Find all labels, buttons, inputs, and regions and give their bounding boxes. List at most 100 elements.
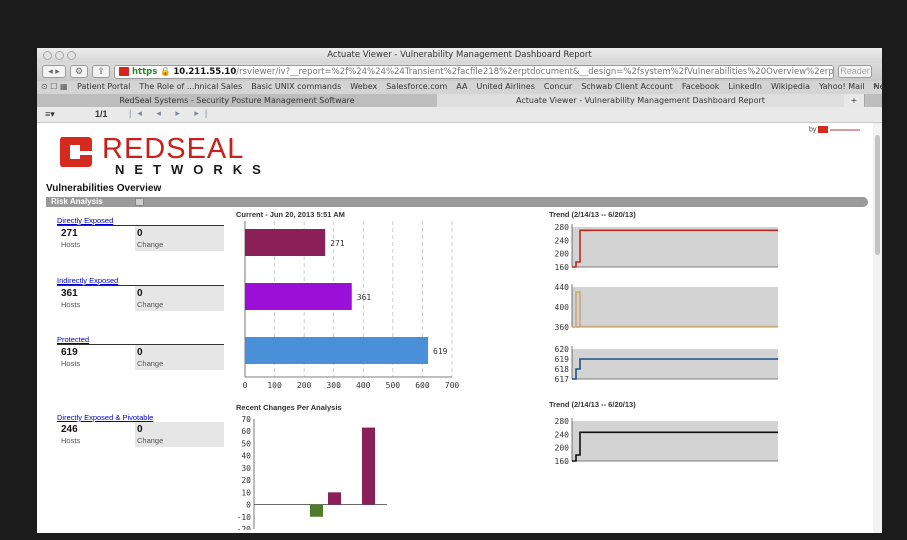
y-tick-label: 280 [555, 223, 570, 232]
risk-analysis-label: Risk Analysis [51, 197, 103, 206]
y-tick-label: 400 [555, 303, 570, 312]
bookmark-item[interactable]: Yahoo! Mail [819, 82, 865, 91]
back-forward-buttons[interactable]: ◂ ▸ [42, 65, 66, 78]
risk-analysis-toggle-icon[interactable] [135, 198, 144, 206]
bar-directly-exposed [245, 229, 326, 256]
bookmark-item[interactable]: Basic UNIX commands [251, 82, 341, 91]
browser-toolbar: ◂ ▸ ⚙ ⇪ https 🔒 10.211.55.10/rsviewer/iv… [37, 63, 882, 81]
y-tick-label: 240 [555, 236, 570, 245]
scrollbar-thumb[interactable] [875, 135, 880, 255]
y-tick-label: 200 [555, 250, 570, 259]
y-tick-label: 200 [555, 444, 570, 453]
metric-value-cell: 246 Hosts [57, 422, 135, 447]
share-button[interactable]: ⇪ [92, 65, 110, 78]
bookmark-item[interactable]: The Role of ...hnical Sales [139, 82, 242, 91]
page-indicator: 1/1 [95, 109, 108, 119]
y-tick-label: 160 [555, 457, 570, 466]
metric-box: 361 Hosts 0 Change [57, 285, 224, 311]
metric-value-label: Hosts [61, 359, 81, 368]
bookmark-item[interactable]: Webex [350, 82, 377, 91]
recent-changes-title: Recent Changes Per Analysis [236, 403, 342, 412]
metric-change-label: Change [137, 359, 164, 368]
y-tick-label: 620 [555, 345, 570, 354]
url-path: /rsviewer/iv?__report=%2f%24%24%24Transi… [236, 67, 834, 77]
y-tick-label: 440 [555, 283, 570, 292]
bookmark-item[interactable]: Salesforce.com [386, 82, 447, 91]
trend-plot-area [572, 227, 778, 267]
reader-button[interactable]: Reader [838, 65, 872, 78]
metric-indirectly-exposed: Indirectly Exposed 361 Hosts 0 Change [57, 276, 224, 311]
x-tick-label: 600 [415, 381, 430, 390]
history-button[interactable]: ⚙ [70, 65, 88, 78]
bookmark-item[interactable]: AA [456, 82, 467, 91]
y-tick-label: -10 [237, 513, 252, 522]
y-tick-label: -20 [237, 525, 252, 530]
x-tick-label: 0 [243, 381, 248, 390]
by-label: by [809, 126, 861, 133]
y-tick-label: 617 [555, 375, 570, 384]
bookmarks-overflow[interactable]: » [873, 81, 878, 90]
page-navigation-buttons[interactable]: |◂ ◂ ▸ ▸| [129, 108, 213, 119]
tab-bar: RedSeal Systems - Security Posture Manag… [37, 94, 882, 107]
metric-directly-exposed: Directly Exposed 271 Hosts 0 Change [57, 216, 224, 251]
indirectly-exposed-link[interactable]: Indirectly Exposed [57, 276, 224, 285]
metric-change: 0 [137, 228, 143, 239]
directly-exposed-pivotable-link[interactable]: Directly Exposed & Pivotable [57, 413, 224, 422]
trend-plot-area [572, 287, 778, 327]
change-bar [310, 504, 323, 517]
tab-actuate-viewer[interactable]: Actuate Viewer - Vulnerability Managemen… [437, 94, 845, 107]
y-tick-label: 20 [241, 476, 251, 485]
metric-value: 619 [61, 347, 78, 358]
bookmark-item[interactable]: United Airlines [476, 82, 534, 91]
vertical-scrollbar[interactable] [873, 123, 882, 533]
metric-value-cell: 271 Hosts [57, 226, 135, 251]
current-hosts-bar-chart: 0 100 200 300 400 500 600 700 271 361 619 [243, 221, 460, 390]
metric-change: 0 [137, 347, 143, 358]
site-favicon [119, 67, 129, 76]
bookmark-item[interactable]: Facebook [682, 82, 720, 91]
metric-change: 0 [137, 424, 143, 435]
tab-redseal[interactable]: RedSeal Systems - Security Posture Manag… [37, 94, 438, 107]
x-tick-label: 500 [386, 381, 401, 390]
new-tab-button[interactable]: + [844, 94, 865, 107]
bookmarks-icons[interactable]: ⊙ ☐ ▦ [41, 82, 68, 91]
metric-value-label: Hosts [61, 240, 81, 249]
trend-title-top: Trend (2/14/13 -- 6/20/13) [549, 210, 636, 219]
y-tick-label: 50 [241, 439, 251, 448]
x-tick-label: 200 [297, 381, 312, 390]
x-tick-label: 700 [445, 381, 460, 390]
lock-icon: 🔒 [157, 67, 174, 77]
metric-value-label: Hosts [61, 436, 81, 445]
toc-icon[interactable]: ≡▾ [45, 109, 55, 120]
bookmark-item[interactable]: Schwab Client Account [581, 82, 673, 91]
y-tick-label: 0 [246, 501, 251, 510]
metric-change-label: Change [137, 300, 164, 309]
address-bar[interactable]: https 🔒 10.211.55.10/rsviewer/iv?__repor… [114, 65, 834, 79]
bookmarks-bar: ⊙ ☐ ▦ Patient Portal The Role of ...hnica… [37, 81, 882, 94]
protected-link[interactable]: Protected [57, 335, 224, 344]
bookmark-item[interactable]: Wikipedia [771, 82, 810, 91]
vendor-logo-icon [818, 126, 829, 133]
metric-directly-exposed-pivotable: Directly Exposed & Pivotable 246 Hosts 0C… [57, 413, 224, 447]
metric-value: 246 [61, 424, 78, 435]
trend-chart-indirectly-exposed: 440 400 360 [555, 283, 778, 332]
metric-change-cell: 0 Change [135, 226, 224, 251]
y-tick-label: 280 [555, 417, 570, 426]
risk-analysis-bar [46, 197, 868, 207]
metric-change-cell: 0 Change [135, 345, 224, 370]
metric-value: 361 [61, 288, 78, 299]
y-tick-label: 360 [555, 323, 570, 332]
y-tick-label: 30 [241, 464, 251, 473]
bar-value-label: 619 [433, 347, 448, 356]
bookmark-item[interactable]: Concur [544, 82, 572, 91]
x-tick-label: 100 [267, 381, 282, 390]
metric-box: 271 Hosts 0 Change [57, 225, 224, 251]
metric-change: 0 [137, 288, 143, 299]
change-bar [362, 427, 375, 505]
metric-change-label: Change [137, 240, 164, 249]
bookmark-item[interactable]: LinkedIn [728, 82, 762, 91]
bookmark-item[interactable]: Patient Portal [77, 82, 130, 91]
metric-change-label: Change [137, 436, 164, 445]
trend-plot-area [572, 349, 778, 379]
directly-exposed-link[interactable]: Directly Exposed [57, 216, 224, 225]
